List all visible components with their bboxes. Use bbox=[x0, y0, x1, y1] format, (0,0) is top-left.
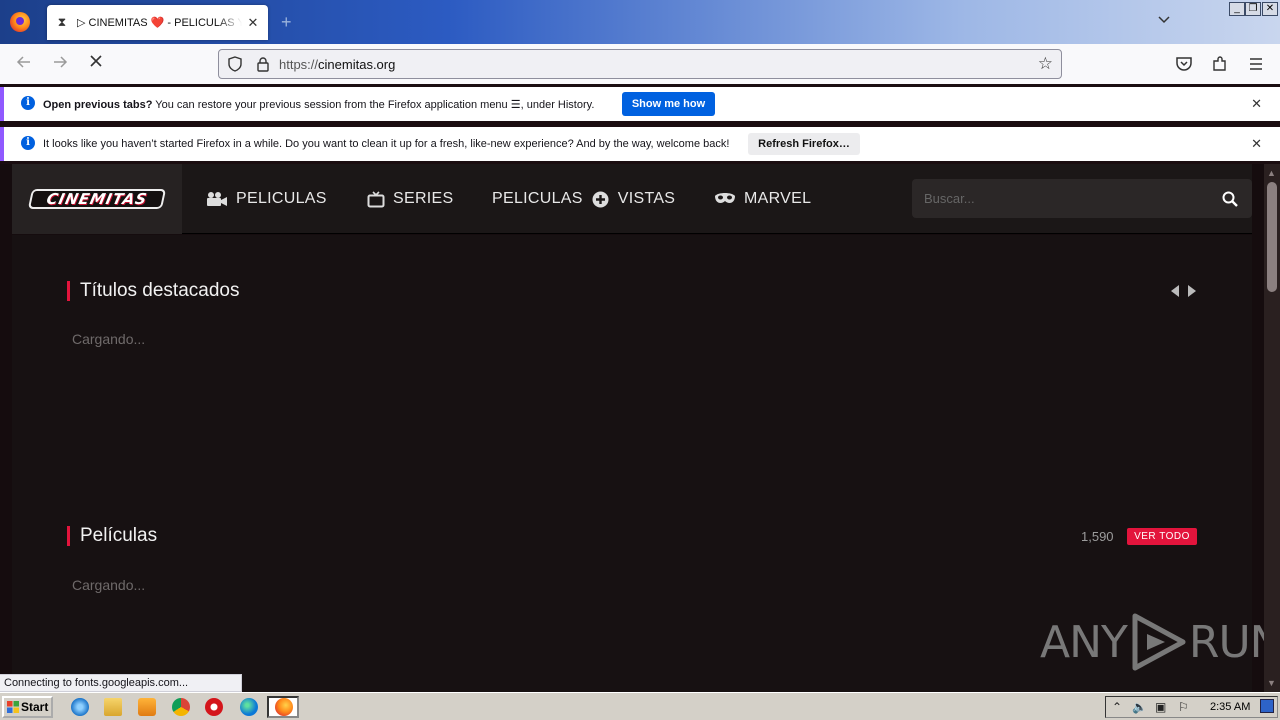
scroll-up-arrow[interactable]: ▲ bbox=[1267, 168, 1276, 178]
forward-arrow-icon[interactable] bbox=[50, 54, 70, 74]
menu-label: PELICULAS bbox=[492, 190, 583, 207]
view-all-button[interactable]: VER TODO bbox=[1127, 528, 1197, 545]
status-bar: Connecting to fonts.googleapis.com... bbox=[0, 674, 242, 692]
browser-navbar: https://cinemitas.org ☆ bbox=[0, 44, 1280, 84]
taskbar-firefox-button[interactable] bbox=[267, 696, 299, 718]
play-logo-icon bbox=[1132, 613, 1186, 671]
windows-flag-icon bbox=[7, 701, 19, 713]
tray-expand-icon[interactable]: ⌃ bbox=[1112, 700, 1122, 714]
logo-container[interactable]: CINEMITAS bbox=[12, 164, 182, 234]
new-tab-plus-icon[interactable]: + bbox=[281, 12, 292, 33]
watermark-left: ANY bbox=[1040, 616, 1128, 668]
plus-circle-icon bbox=[592, 191, 609, 207]
site-logo[interactable]: CINEMITAS bbox=[27, 189, 167, 209]
show-desktop-icon[interactable] bbox=[1260, 699, 1274, 713]
chevron-down-icon[interactable] bbox=[1158, 13, 1170, 27]
menu-item-marvel[interactable]: MARVEL bbox=[714, 188, 811, 210]
close-icon[interactable]: ✕ bbox=[1251, 96, 1262, 112]
section-title-destacados: Títulos destacados bbox=[67, 281, 239, 301]
menu-item-peliculas[interactable]: PELICULAS bbox=[206, 188, 327, 210]
loading-text: Cargando... bbox=[72, 331, 146, 347]
network-icon[interactable]: ▣ bbox=[1155, 700, 1166, 714]
mask-icon bbox=[715, 193, 735, 204]
firefox-icon[interactable] bbox=[10, 12, 30, 32]
refresh-firefox-notification: i It looks like you haven’t started Fire… bbox=[0, 127, 1280, 161]
restore-button[interactable]: ❐ bbox=[1245, 2, 1261, 16]
notification-bold-text: Open previous tabs? bbox=[43, 99, 153, 111]
menu-item-series[interactable]: SERIES bbox=[367, 188, 454, 210]
start-label: Start bbox=[21, 700, 49, 714]
notification-body: You can restore your previous session fr… bbox=[152, 99, 511, 111]
menu-item-peliculas-vistas[interactable]: PELICULAS VISTAS bbox=[492, 188, 675, 210]
site-header: CINEMITAS PELICULAS SERIES PELICULAS VIS… bbox=[12, 164, 1252, 234]
menu-label: MARVEL bbox=[744, 190, 812, 207]
firefox-icon bbox=[275, 698, 293, 716]
chrome-icon[interactable] bbox=[172, 698, 190, 716]
scroll-thumb[interactable] bbox=[1267, 182, 1277, 292]
flag-icon[interactable]: ⚐ bbox=[1178, 700, 1189, 714]
edge-icon[interactable] bbox=[240, 698, 258, 716]
pocket-icon[interactable] bbox=[1174, 54, 1194, 74]
info-icon: i bbox=[21, 136, 35, 150]
menu-label: PELICULAS bbox=[236, 190, 327, 207]
bookmark-star-icon[interactable]: ☆ bbox=[1038, 54, 1053, 74]
carousel-next-icon[interactable] bbox=[1187, 285, 1197, 297]
search-icon[interactable] bbox=[1222, 191, 1238, 207]
menu-lines-icon: ☰ bbox=[510, 99, 521, 111]
notification-text: It looks like you haven’t started Firefo… bbox=[43, 138, 730, 150]
scroll-down-arrow[interactable]: ▼ bbox=[1267, 678, 1276, 688]
camera-icon bbox=[207, 192, 227, 206]
close-icon[interactable]: ✕ bbox=[1251, 136, 1262, 152]
windows-taskbar: Start ⌃ 🔈 ▣ ⚐ 2:35 AM bbox=[0, 692, 1280, 720]
internet-explorer-icon[interactable] bbox=[71, 698, 89, 716]
notification-text: Open previous tabs? You can restore your… bbox=[43, 98, 594, 111]
close-window-button[interactable]: ✕ bbox=[1262, 2, 1278, 16]
shield-icon[interactable] bbox=[228, 56, 242, 72]
start-button[interactable]: Start bbox=[2, 696, 53, 718]
web-page: CINEMITAS PELICULAS SERIES PELICULAS VIS… bbox=[0, 164, 1280, 692]
anyrun-watermark: ANY RUN bbox=[1040, 610, 1280, 674]
loading-text: Cargando... bbox=[72, 577, 146, 593]
opera-icon[interactable] bbox=[205, 698, 223, 716]
page-scrollbar[interactable]: ▲ ▼ bbox=[1264, 164, 1280, 692]
back-arrow-icon[interactable] bbox=[14, 54, 34, 74]
url-scheme: https:// bbox=[279, 57, 319, 72]
tab-close-icon[interactable]: ✕ bbox=[246, 15, 260, 31]
menu-label: SERIES bbox=[393, 190, 454, 207]
show-me-how-button[interactable]: Show me how bbox=[622, 92, 715, 116]
notification-body-end: , under History. bbox=[520, 99, 595, 111]
movies-count: 1,590 bbox=[1081, 529, 1114, 544]
stop-loading-icon[interactable] bbox=[86, 54, 106, 74]
url-text[interactable]: https://cinemitas.org bbox=[279, 57, 395, 72]
refresh-firefox-button[interactable]: Refresh Firefox… bbox=[748, 133, 860, 155]
lock-icon[interactable] bbox=[256, 56, 270, 72]
browser-titlebar: ⧗ ▷ CINEMITAS ❤️ - PELICULAS Y SERIES ✕ … bbox=[0, 0, 1280, 44]
tab-title: ▷ CINEMITAS ❤️ - PELICULAS Y SERIES bbox=[77, 17, 242, 29]
clock[interactable]: 2:35 AM bbox=[1210, 701, 1250, 713]
url-host: cinemitas.org bbox=[318, 57, 396, 72]
search-input[interactable] bbox=[924, 179, 1204, 218]
url-bar[interactable]: https://cinemitas.org ☆ bbox=[218, 49, 1062, 79]
hamburger-menu-icon[interactable] bbox=[1246, 54, 1266, 74]
section-title-peliculas: Películas bbox=[67, 526, 157, 546]
folder-icon[interactable] bbox=[104, 698, 122, 716]
carousel-prev-icon[interactable] bbox=[1170, 285, 1180, 297]
menu-label: VISTAS bbox=[617, 190, 676, 207]
tv-icon bbox=[367, 190, 385, 207]
extensions-icon[interactable] bbox=[1210, 54, 1230, 74]
hourglass-icon: ⧗ bbox=[57, 15, 67, 29]
volume-icon[interactable]: 🔈 bbox=[1132, 700, 1147, 714]
minimize-button[interactable]: _ bbox=[1229, 2, 1245, 16]
restore-tabs-notification: i Open previous tabs? You can restore yo… bbox=[0, 87, 1280, 121]
info-icon: i bbox=[21, 96, 35, 110]
media-player-icon[interactable] bbox=[138, 698, 156, 716]
search-box bbox=[912, 179, 1252, 218]
system-tray: ⌃ 🔈 ▣ ⚐ 2:35 AM bbox=[1105, 696, 1278, 718]
browser-tab[interactable]: ⧗ ▷ CINEMITAS ❤️ - PELICULAS Y SERIES ✕ bbox=[47, 5, 268, 40]
